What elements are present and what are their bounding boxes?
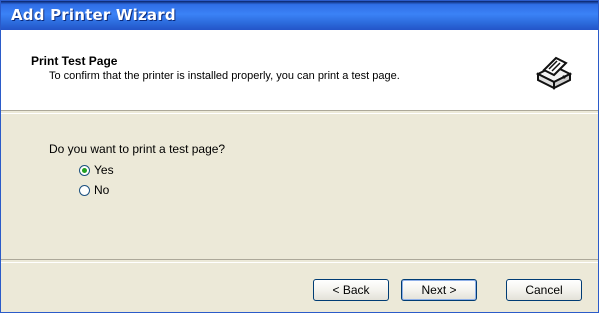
test-page-question: Do you want to print a test page?: [49, 142, 226, 156]
title-bar[interactable]: Add Printer Wizard: [1, 1, 598, 30]
radio-yes[interactable]: Yes: [79, 163, 114, 177]
page-title: Print Test Page: [31, 54, 118, 68]
radio-button-unselected[interactable]: [79, 184, 90, 196]
radio-no-label: No: [94, 183, 110, 197]
radio-no[interactable]: No: [79, 183, 109, 197]
page-subtitle: To confirm that the printer is installed…: [49, 70, 400, 82]
footer-divider: [1, 259, 598, 263]
radio-button-selected[interactable]: [79, 164, 90, 176]
wizard-header: Print Test Page To confirm that the prin…: [1, 30, 598, 110]
cancel-button[interactable]: Cancel: [506, 279, 582, 301]
radio-yes-label: Yes: [94, 163, 114, 177]
add-printer-wizard-dialog: Add Printer Wizard Print Test Page To co…: [0, 0, 599, 313]
printer-icon: [535, 56, 573, 90]
header-divider: [1, 110, 598, 114]
back-button[interactable]: < Back: [313, 279, 389, 301]
next-button[interactable]: Next >: [401, 279, 477, 301]
window-title: Add Printer Wizard: [11, 6, 176, 24]
